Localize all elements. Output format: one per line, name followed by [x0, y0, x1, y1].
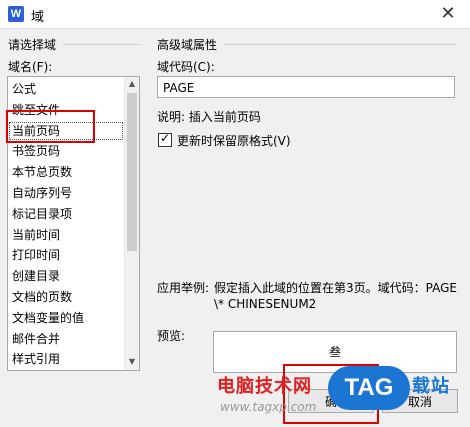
list-item[interactable]: 书签页码 — [8, 141, 124, 162]
group-divider — [224, 44, 456, 45]
example-text-line1: 假定插入此域的位置在第3页。域代码：PAGE — [214, 281, 457, 295]
window-title: 域 — [31, 10, 45, 25]
list-item[interactable]: 样式引用 — [8, 349, 124, 370]
list-item[interactable]: 文档的页数 — [8, 287, 124, 308]
scroll-thumb[interactable] — [127, 93, 137, 251]
wps-app-icon: W — [8, 6, 24, 22]
checkmark-icon: ✓ — [159, 131, 171, 145]
watermark-url: www.tagxp.com — [220, 400, 317, 414]
group-divider — [63, 44, 141, 45]
group-title-select-field: 请选择域 — [8, 38, 57, 52]
list-item[interactable]: 打印时间 — [8, 245, 124, 266]
list-item[interactable]: 当前时间 — [8, 225, 124, 246]
example-text-line2: \* CHINESENUM2 — [214, 297, 317, 311]
list-item[interactable]: 标记目录项 — [8, 204, 124, 225]
scroll-up-icon[interactable]: ▲ — [125, 77, 139, 91]
group-title-advanced-properties: 高级域属性 — [157, 38, 218, 52]
list-scrollbar[interactable]: ▲ ▼ — [124, 77, 139, 370]
list-item[interactable]: 公式 — [8, 79, 124, 100]
keep-format-label[interactable]: 更新时保留原格式(V) — [177, 132, 291, 149]
list-item[interactable]: 自动序列号 — [8, 183, 124, 204]
watermark-site-text: 电脑技术网 — [217, 376, 312, 397]
field-code-label: 域代码(C): — [157, 60, 215, 74]
tag-logo-icon: TAG — [328, 366, 410, 410]
preview-label: 预览: — [157, 329, 186, 343]
list-item[interactable]: 文档变量的值 — [8, 308, 124, 329]
example-label: 应用举例: — [157, 281, 210, 295]
list-item[interactable]: 创建目录 — [8, 266, 124, 287]
watermark-suffix: 载站 — [412, 376, 450, 397]
title-bar — [0, 0, 470, 29]
close-icon[interactable]: ✕ — [430, 2, 466, 26]
highlight-current-page-item — [6, 110, 95, 143]
field-description: 说明: 插入当前页码 — [157, 110, 261, 124]
list-item[interactable]: 本节总页数 — [8, 162, 124, 183]
scroll-down-icon[interactable]: ▼ — [125, 355, 139, 369]
field-code-input[interactable]: PAGE — [157, 76, 455, 98]
field-name-label: 域名(F): — [8, 60, 53, 74]
list-item[interactable]: 邮件合并 — [8, 329, 124, 350]
